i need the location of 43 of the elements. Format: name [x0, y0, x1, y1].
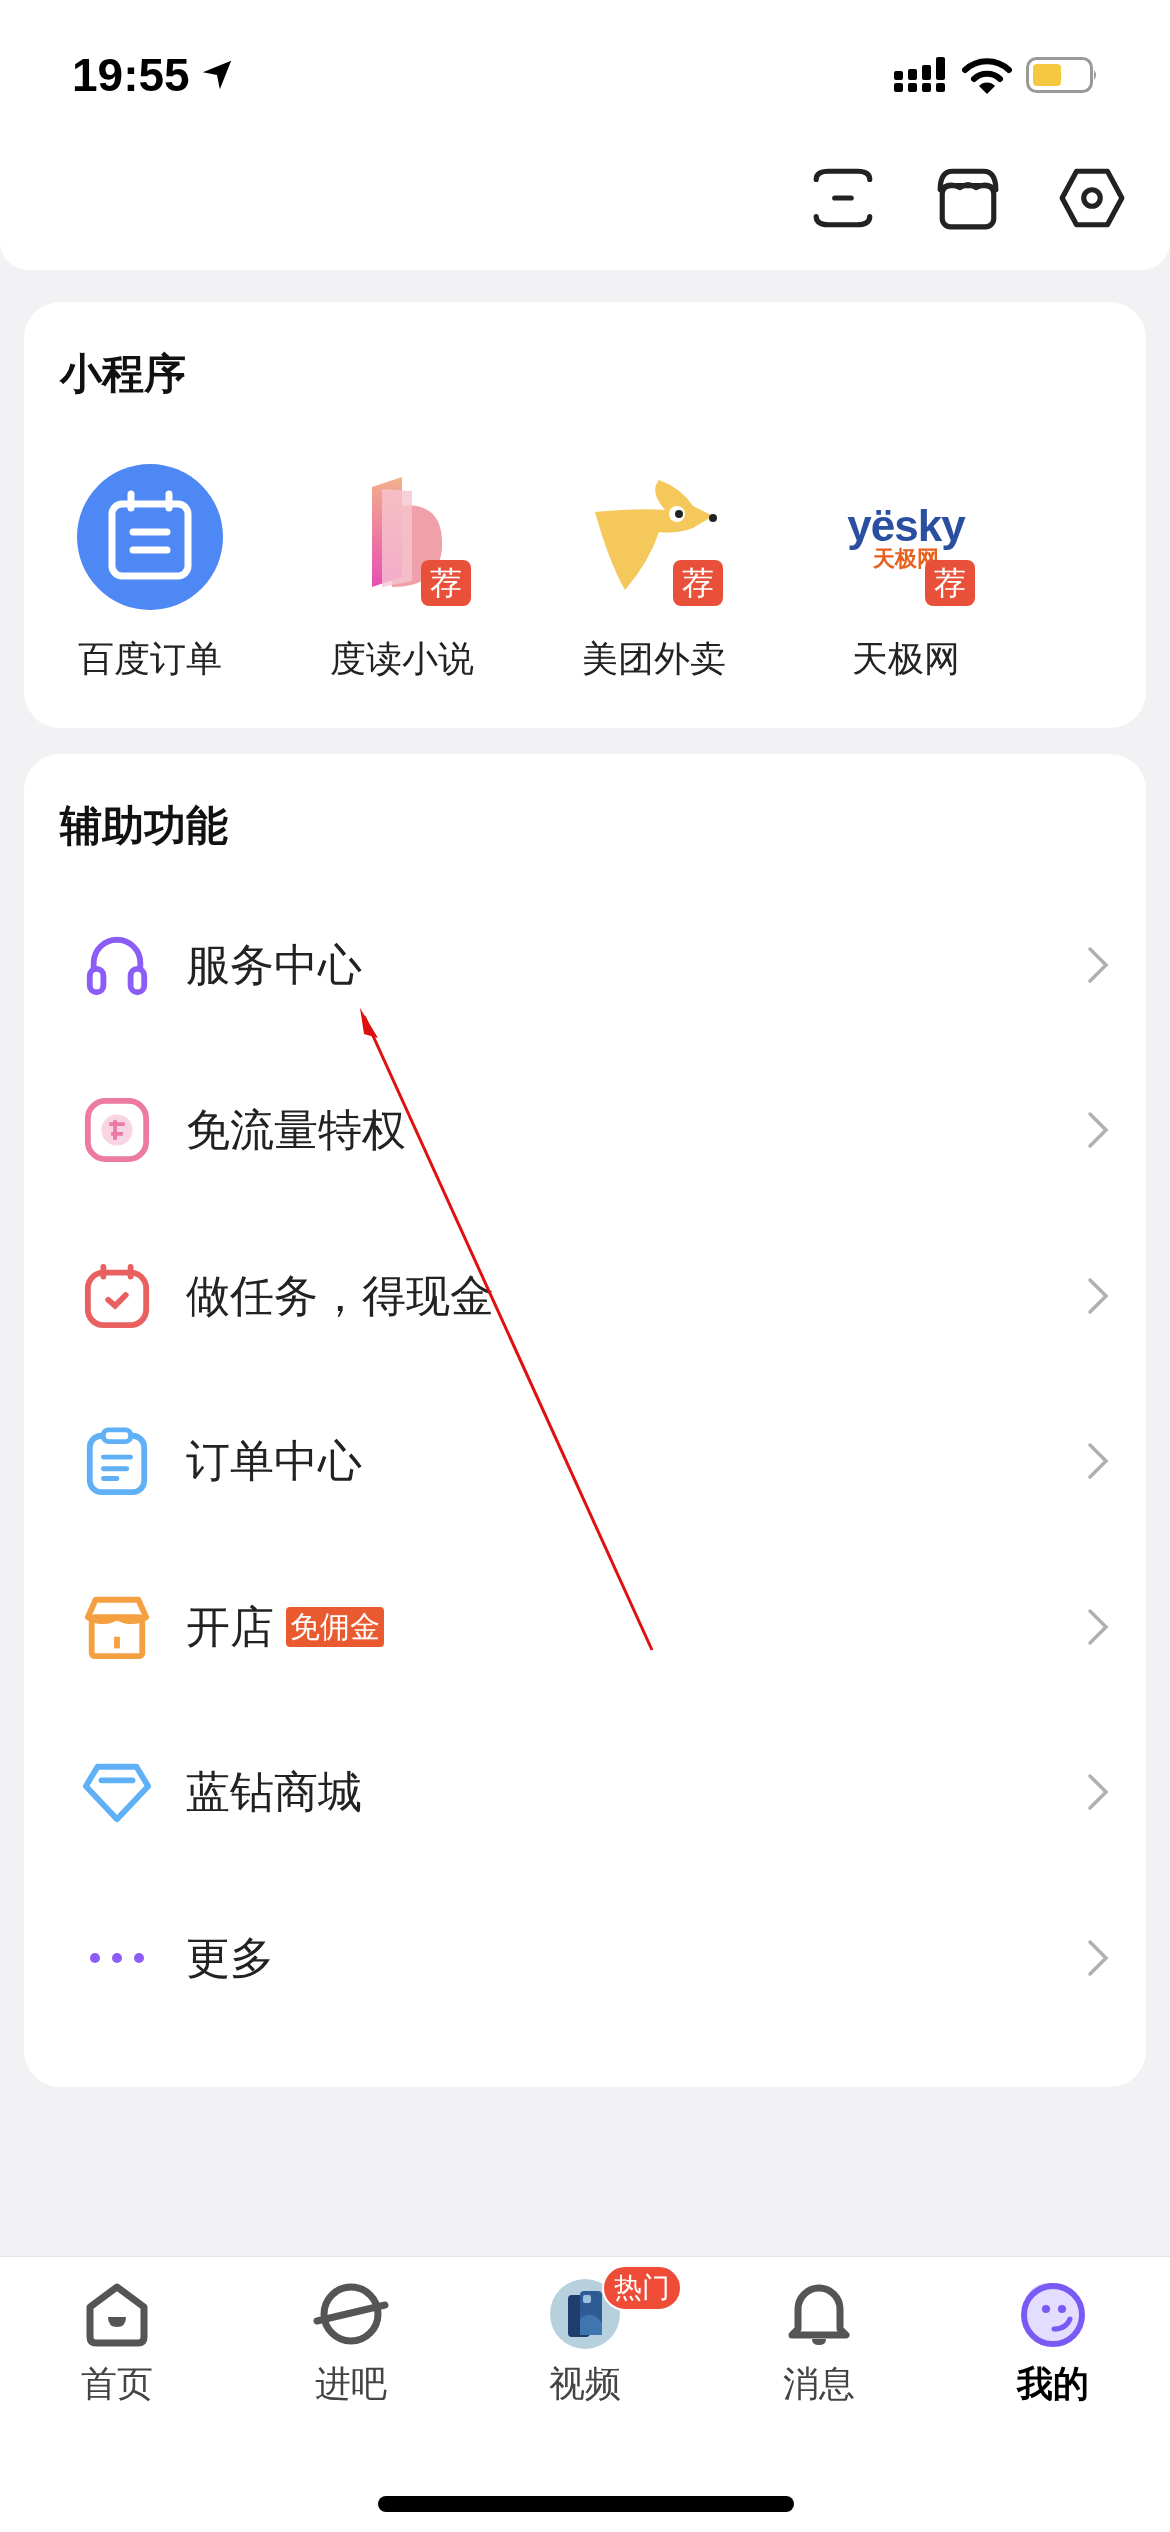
wifi-icon: [962, 56, 1012, 94]
feature-label: 服务中心: [186, 938, 362, 991]
chevron-right-icon: [1086, 1275, 1110, 1316]
feature-row[interactable]: 服务中心: [24, 882, 1146, 1048]
feature-label: 免流量特权: [186, 1104, 406, 1157]
feature-row[interactable]: 更多: [24, 1875, 1146, 2041]
chevron-right-icon: [1086, 1606, 1110, 1647]
recommend-badge: 荐: [421, 560, 471, 606]
feature-row[interactable]: 订单中心: [24, 1378, 1146, 1544]
tab[interactable]: 进吧: [234, 2265, 468, 2411]
mini-program-label[interactable]: 百度订单: [78, 632, 222, 686]
feature-row[interactable]: 免流量特权: [24, 1047, 1146, 1213]
chevron-right-icon: [1086, 1110, 1110, 1151]
more-icon: [89, 1951, 145, 1964]
tab[interactable]: 我的: [936, 2265, 1170, 2411]
signal-icon: [894, 57, 948, 93]
tab[interactable]: 热门 视频: [468, 2265, 702, 2411]
feature-label: 更多: [186, 1931, 274, 1984]
hot-badge: 热门: [602, 2265, 682, 2311]
tab[interactable]: 消息: [702, 2265, 936, 2411]
tab[interactable]: 首页: [0, 2265, 234, 2411]
battery-icon: [1026, 57, 1098, 93]
feature-label: 开店: [186, 1600, 274, 1653]
feature-label: 订单中心: [186, 1435, 362, 1488]
feature-label: 蓝钻商城: [186, 1766, 362, 1819]
mini-program-label[interactable]: 度读小说: [330, 632, 474, 686]
mini-program-label[interactable]: 美团外卖: [582, 632, 726, 686]
chevron-right-icon: [1086, 1441, 1110, 1482]
feature-row[interactable]: 开店 免佣金: [24, 1544, 1146, 1710]
status-time: 19:55: [72, 47, 190, 103]
chevron-right-icon: [1086, 1772, 1110, 1813]
chevron-right-icon: [1086, 1937, 1110, 1978]
logo-text: yësky: [847, 504, 965, 548]
section-title: 小程序: [60, 349, 186, 399]
section-title: 辅助功能: [58, 801, 229, 851]
promo-tag: 免佣金: [286, 1606, 384, 1647]
recommend-badge: 荐: [673, 560, 723, 606]
mini-program-label[interactable]: 天极网: [852, 632, 960, 686]
calendar-icon[interactable]: [77, 464, 223, 610]
feature-row[interactable]: 做任务，得现金: [24, 1213, 1146, 1379]
chevron-right-icon: [1086, 944, 1110, 985]
feature-label: 做任务，得现金: [186, 1269, 494, 1322]
feature-row[interactable]: 蓝钻商城: [24, 1709, 1146, 1875]
